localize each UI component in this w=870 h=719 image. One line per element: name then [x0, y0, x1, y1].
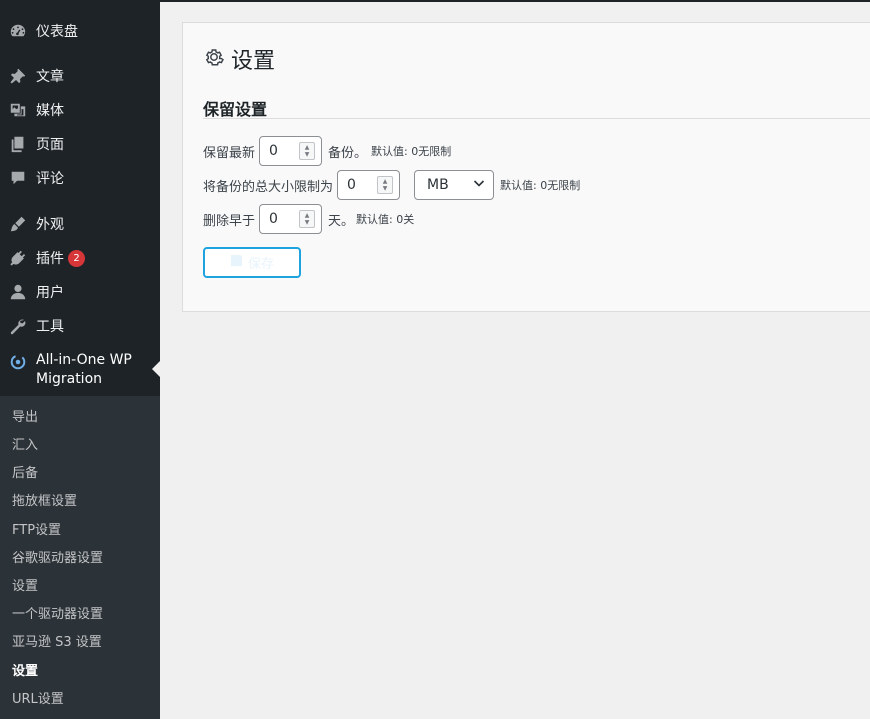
submenu-export[interactable]: 导出 [12, 407, 38, 429]
section-divider [203, 118, 870, 119]
user-icon [0, 283, 36, 301]
section-title: 保留设置 [203, 100, 268, 119]
current-menu-arrow [152, 361, 160, 377]
total-size-row: 将备份的总大小限制为 0 ▲ ▼ MB 默认值: 0无限制 [203, 170, 580, 200]
save-button-label: 保存 [247, 257, 274, 272]
delete-older-value: 0 [269, 211, 278, 227]
sidebar-item-label: 页面 [36, 137, 64, 153]
save-button[interactable]: 保存 [203, 247, 301, 278]
sidebar-item-plugins[interactable]: 插件 2 [0, 241, 160, 275]
sidebar-item-label: 媒体 [36, 103, 64, 119]
sidebar-item-label: 文章 [36, 69, 64, 85]
sidebar-item-label: 外观 [36, 217, 64, 233]
wrench-icon [0, 317, 36, 335]
delete-older-input[interactable]: 0 ▲ ▼ [259, 204, 323, 234]
spinner-icon[interactable]: ▲ ▼ [299, 210, 316, 228]
spinner-icon[interactable]: ▲ ▼ [299, 142, 316, 160]
submenu-amazon-s3-settings[interactable]: 亚马逊 S3 设置 [12, 632, 102, 654]
media-icon [0, 101, 36, 119]
sidebar-item-label: 插件 [36, 251, 64, 267]
plugin-submenu: 导出 汇入 后备 拖放框设置 FTP设置 谷歌驱动器设置 设置 一个驱动器设置 … [0, 396, 160, 719]
submenu-onedrive-settings[interactable]: 一个驱动器设置 [12, 604, 103, 626]
gear-icon [203, 46, 225, 72]
delete-older-row: 删除早于 0 ▲ ▼ 天。 默认值: 0关 [203, 204, 414, 234]
size-unit-value: MB [427, 177, 449, 193]
dashboard-icon [0, 22, 36, 40]
sidebar-item-appearance[interactable]: 外观 [0, 207, 160, 241]
delete-older-suffix: 天。 [328, 213, 355, 229]
submenu-import[interactable]: 汇入 [12, 435, 38, 457]
keep-latest-hint: 默认值: 0无限制 [371, 145, 452, 158]
sidebar-item-users[interactable]: 用户 [0, 275, 160, 309]
sidebar-item-dashboard[interactable]: 仪表盘 [0, 14, 160, 48]
keep-latest-suffix: 备份。 [328, 145, 368, 161]
keep-latest-row: 保留最新 0 ▲ ▼ 备份。 默认值: 0无限制 [203, 136, 451, 166]
sidebar-item-posts[interactable]: 文章 [0, 59, 160, 93]
submenu-settings[interactable]: 设置 [12, 576, 38, 598]
submenu-settings-current[interactable]: 设置 [12, 661, 38, 683]
page-header: 设置 [203, 43, 275, 75]
update-count-badge: 2 [68, 249, 85, 267]
brush-icon [0, 215, 36, 233]
total-size-value: 0 [347, 177, 356, 193]
total-size-hint: 默认值: 0无限制 [500, 179, 581, 192]
page-title: 设置 [231, 49, 276, 74]
sidebar-item-label: 仪表盘 [36, 24, 78, 40]
pages-icon [0, 135, 36, 153]
delete-older-label: 删除早于 [203, 213, 256, 229]
comments-icon [0, 169, 36, 187]
plugin-menu-label-line2: Migration [36, 371, 103, 387]
submenu-dropbox-settings[interactable]: 拖放框设置 [12, 491, 77, 513]
aio-migration-icon [0, 344, 36, 371]
submenu-url-settings[interactable]: URL设置 [12, 689, 64, 711]
sidebar-item-label: 用户 [36, 285, 64, 301]
size-unit-select[interactable]: MB [414, 170, 495, 200]
submenu-ftp-settings[interactable]: FTP设置 [12, 520, 61, 542]
total-size-input[interactable]: 0 ▲ ▼ [337, 170, 401, 200]
submenu-google-drive-settings[interactable]: 谷歌驱动器设置 [12, 548, 103, 570]
keep-latest-input[interactable]: 0 ▲ ▼ [259, 136, 323, 166]
sidebar-item-media[interactable]: 媒体 [0, 93, 160, 127]
spinner-icon[interactable]: ▲ ▼ [377, 176, 394, 194]
chevron-down-icon [473, 177, 485, 193]
keep-latest-label: 保留最新 [203, 145, 256, 161]
save-icon [230, 254, 248, 271]
keep-latest-value: 0 [269, 143, 278, 159]
sidebar-item-label: 评论 [36, 171, 64, 187]
sidebar-item-label: 工具 [36, 319, 64, 335]
total-size-label: 将备份的总大小限制为 [203, 179, 334, 195]
submenu-backups[interactable]: 后备 [12, 463, 38, 485]
sidebar-item-pages[interactable]: 页面 [0, 127, 160, 161]
sidebar-item-comments[interactable]: 评论 [0, 161, 160, 195]
settings-panel: 设置 保留设置 保留最新 0 ▲ ▼ 备份。 默认值: 0无限制 将备份的总大小限… [182, 22, 870, 312]
pin-icon [0, 67, 36, 85]
plugin-icon [0, 249, 36, 267]
delete-older-hint: 默认值: 0关 [356, 213, 415, 226]
plugin-menu-label-line1: All-in-One WP [36, 352, 132, 368]
sidebar-item-tools[interactable]: 工具 [0, 309, 160, 343]
sidebar-item-all-in-one-wp-migration[interactable]: All-in-One WP Migration [0, 344, 160, 396]
admin-sidebar: 仪表盘 文章 媒体 页面 评论 外观 插件 2 用户 工具 All-in-One… [0, 0, 160, 719]
